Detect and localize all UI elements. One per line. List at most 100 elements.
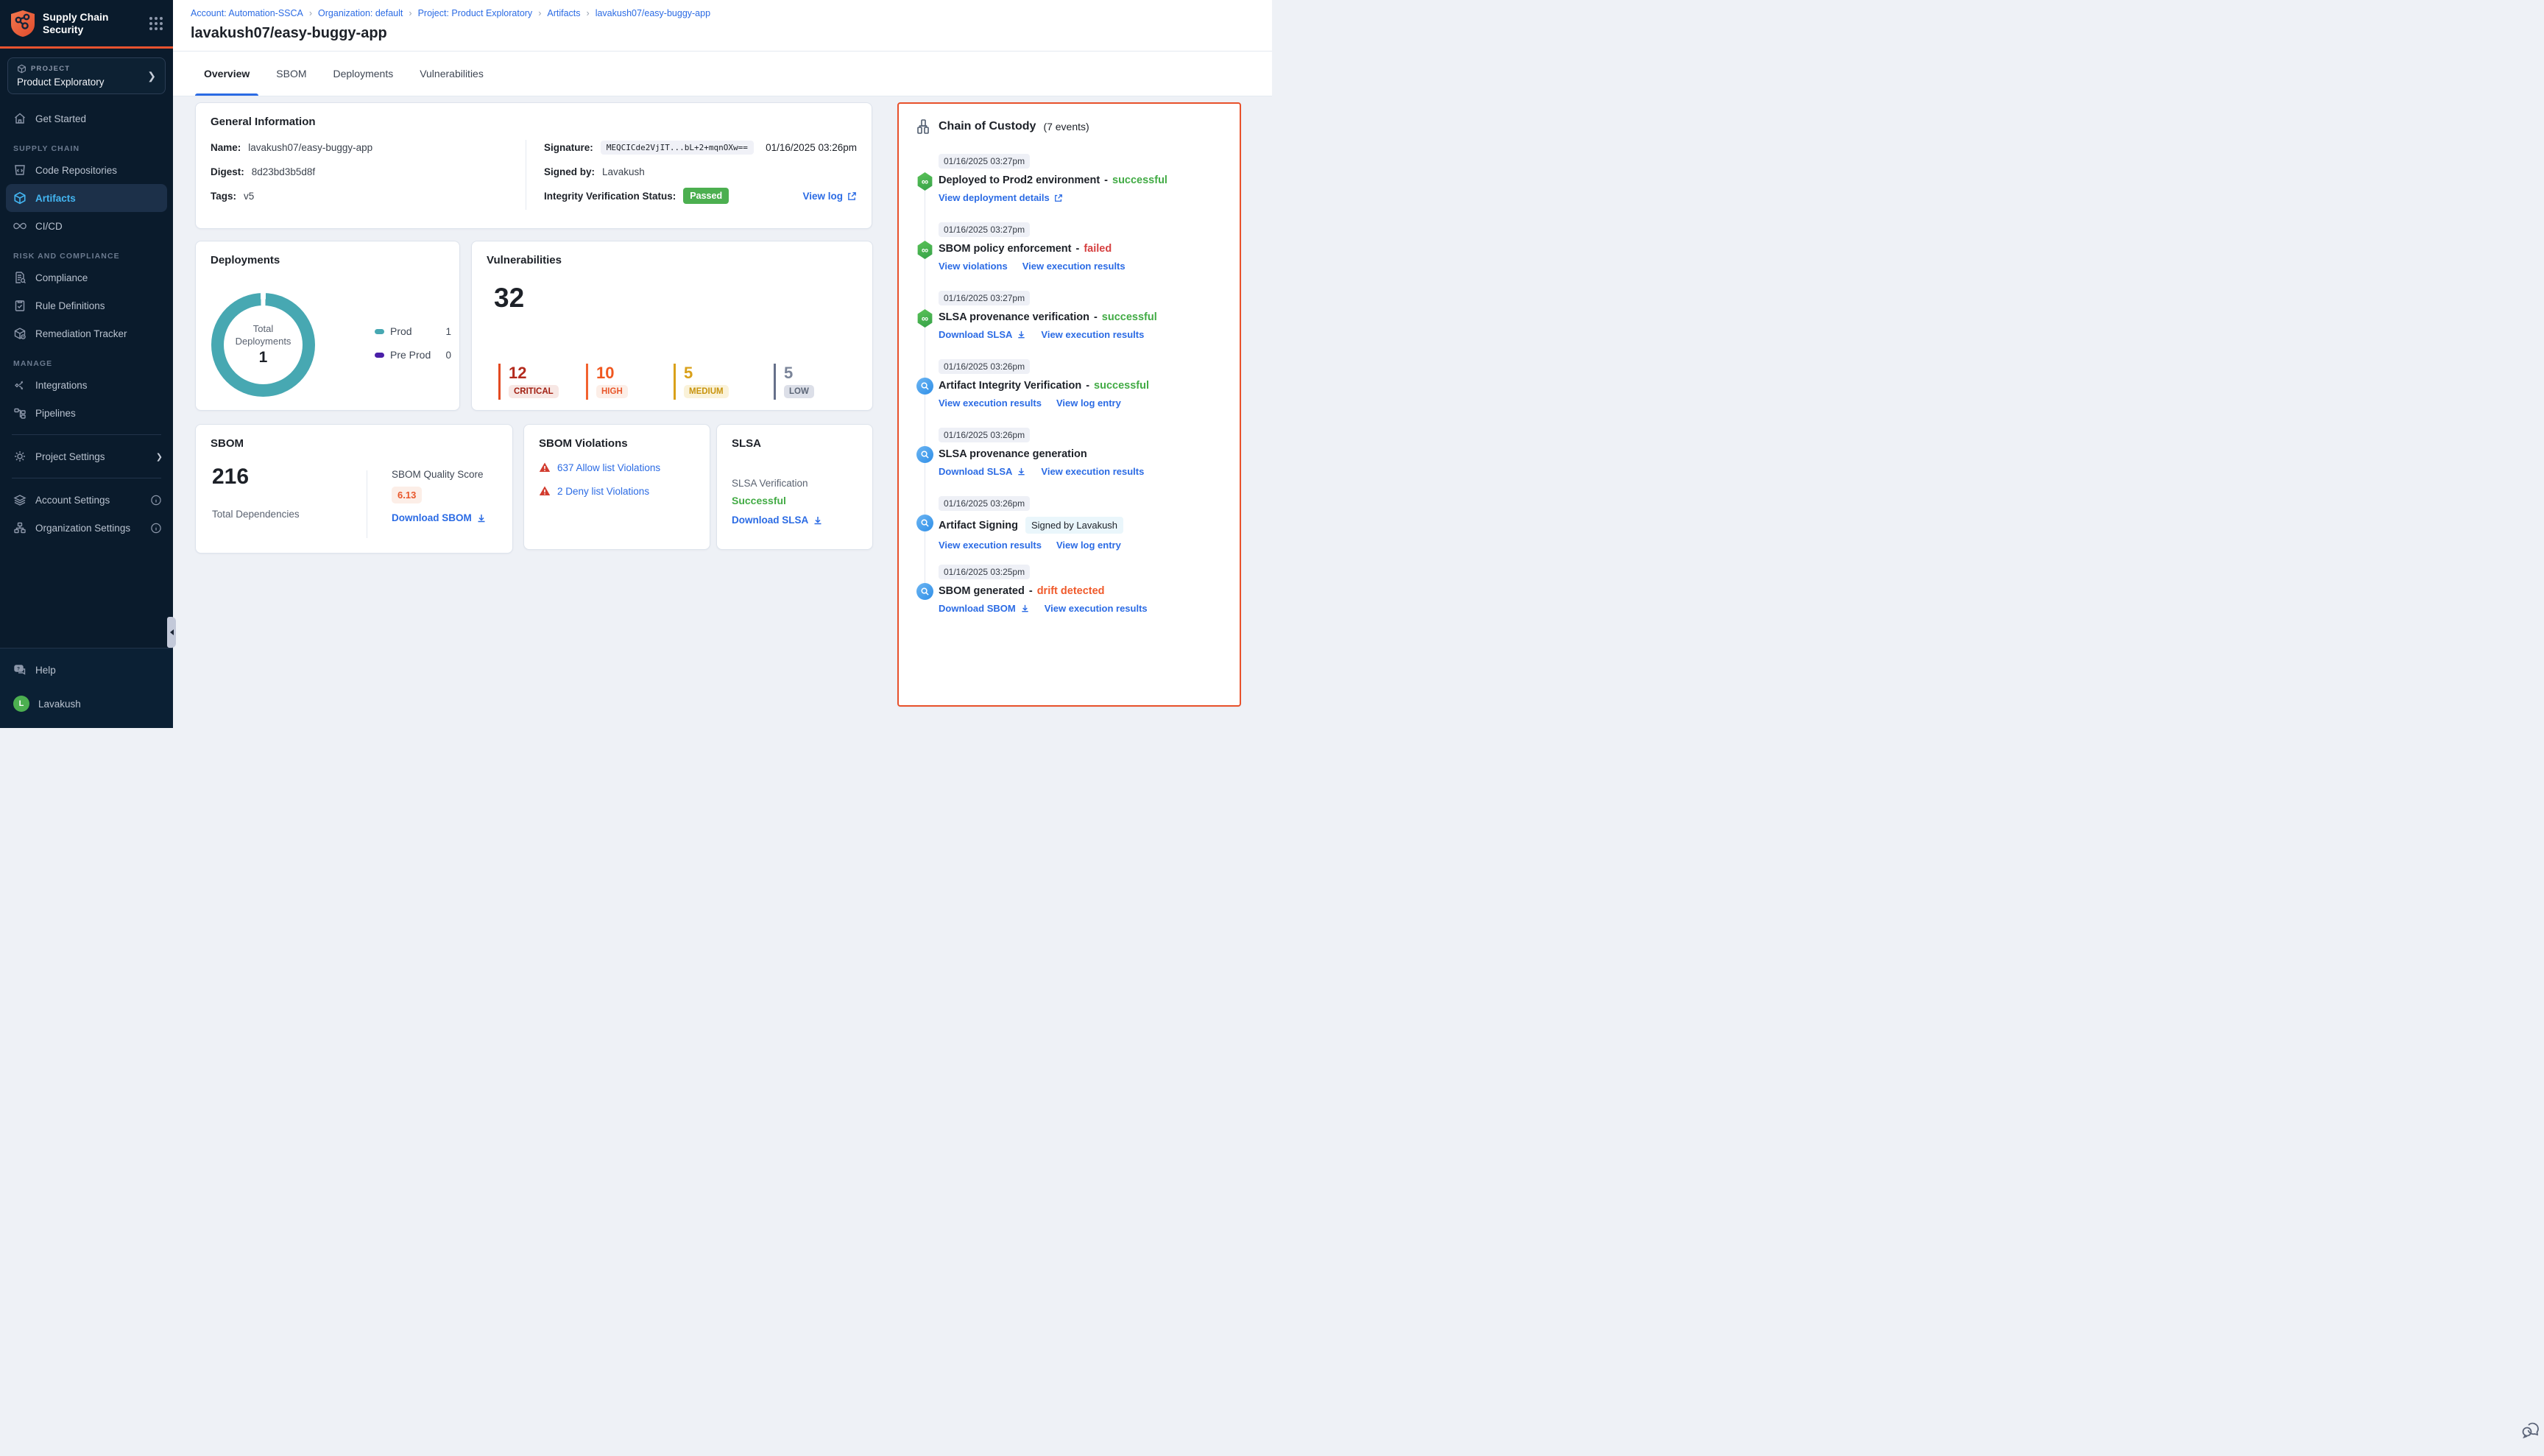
download-icon [1017,330,1026,339]
link-label: View execution results [1045,603,1148,614]
tab-vulnerabilities[interactable]: Vulnerabilities [420,52,484,96]
warning-icon [539,485,551,497]
breadcrumb-current[interactable]: lavakush07/easy-buggy-app [596,8,710,18]
external-link-icon [847,191,857,201]
app-title: Supply Chain Security [43,11,142,37]
event-status: failed [1084,243,1112,255]
event-title: SBOM policy enforcement [939,243,1071,255]
legend-item-prod: Prod 1 [375,325,451,337]
project-selector[interactable]: PROJECT Product Exploratory ❯ [7,57,166,94]
view-execution-results-link[interactable]: View execution results [939,397,1042,409]
code-repo-icon [13,163,26,177]
sidebar-item-integrations[interactable]: Integrations [0,371,173,399]
view-log-entry-link[interactable]: View log entry [1056,540,1121,551]
event-title: SBOM generated [939,585,1025,597]
view-execution-results-link[interactable]: View execution results [1022,261,1126,272]
legend-swatch-prod [375,329,384,334]
name-label: Name: [211,142,241,153]
event-timestamp: 01/16/2025 03:26pm [939,428,1030,442]
app-switcher-icon[interactable] [149,17,163,30]
sidebar-collapse-handle[interactable] [167,617,176,648]
download-slsa-link[interactable]: Download SLSA [939,466,1026,477]
user-name: Lavakush [38,699,81,710]
separator: - [1029,585,1033,597]
breadcrumb-artifacts[interactable]: Artifacts [547,8,580,18]
deny-list-violations-link[interactable]: 2 Deny list Violations [557,486,649,497]
remediation-box-icon [13,327,26,340]
view-execution-results-link[interactable]: View execution results [1045,603,1148,614]
sidebar-item-account-settings[interactable]: Account Settings [0,486,173,514]
breadcrumb-account[interactable]: Account: Automation-SSCA [191,8,303,18]
signature-label: Signature: [544,142,593,153]
feedback-chat-icon[interactable] [2520,1419,2541,1440]
event-sbom-generated: 01/16/2025 03:25pm SBOM generated - drif… [916,565,1222,621]
download-slsa-link[interactable]: Download SLSA [732,515,823,526]
deployments-card: Deployments Total Deployments 1 Prod 1 P… [195,241,460,411]
sidebar-item-label: Organization Settings [35,523,130,534]
sidebar-item-compliance[interactable]: Compliance [0,264,173,291]
legend-label: Prod [390,325,445,337]
event-timestamp: 01/16/2025 03:27pm [939,154,1030,169]
sbom-card: SBOM 216 Total Dependencies SBOM Quality… [195,424,513,554]
project-kicker: PROJECT [31,65,70,73]
tab-sbom[interactable]: SBOM [276,52,306,96]
separator: - [1104,174,1108,186]
divider [12,434,161,435]
download-icon [476,513,487,523]
signed-by-label: Signed by: [544,166,595,177]
doc-search-icon [13,271,26,284]
breadcrumb-separator: › [309,8,312,18]
sidebar-item-help[interactable]: ? Help [0,656,173,684]
sidebar-item-artifacts[interactable]: Artifacts [6,184,167,212]
scan-event-icon [916,446,933,463]
view-log-link[interactable]: View log [802,191,857,202]
view-execution-results-link[interactable]: View execution results [1041,329,1144,340]
high-count: 10 [596,364,674,381]
sidebar-item-user[interactable]: L Lavakush [0,690,173,718]
tab-overview[interactable]: Overview [204,52,250,96]
sidebar-item-label: Integrations [35,380,88,391]
sidebar-item-cicd[interactable]: CI/CD [0,212,173,240]
name-value: lavakush07/easy-buggy-app [248,142,372,153]
view-execution-results-link[interactable]: View execution results [939,540,1042,551]
download-sbom-link[interactable]: Download SBOM [939,603,1030,614]
sidebar-item-label: Pipelines [35,408,76,419]
pipeline-event-icon: ∞ [916,172,933,191]
chain-of-custody-panel: Chain of Custody (7 events) ∞ 01/16/2025… [897,102,1241,707]
low-badge: LOW [784,385,814,398]
sidebar-item-rule-definitions[interactable]: Rule Definitions [0,291,173,319]
view-deployment-details-link[interactable]: View deployment details [939,192,1063,203]
sidebar-item-pipelines[interactable]: Pipelines [0,399,173,427]
sidebar-item-get-started[interactable]: Get Started [0,105,173,132]
stat-high: 10 HIGH [586,364,674,400]
download-sbom-link[interactable]: Download SBOM [392,512,487,523]
signed-by-badge: Signed by Lavakush [1025,517,1123,534]
link-label: Download SLSA [939,329,1012,340]
event-status: drift detected [1037,585,1105,597]
sidebar-item-label: Compliance [35,272,88,283]
breadcrumb-organization[interactable]: Organization: default [318,8,403,18]
sidebar-item-label: Get Started [35,113,86,124]
signed-by-value: Lavakush [602,166,645,177]
legend-item-preprod: Pre Prod 0 [375,349,451,361]
download-slsa-link[interactable]: Download SLSA [939,329,1026,340]
separator: - [1086,380,1089,392]
event-artifact-signing: 01/16/2025 03:26pm Artifact Signing Sign… [916,496,1222,553]
event-timestamp: 01/16/2025 03:26pm [939,359,1030,374]
download-slsa-label: Download SLSA [732,515,808,526]
stat-medium: 5 MEDIUM [674,364,774,400]
view-log-entry-link[interactable]: View log entry [1056,397,1121,409]
breadcrumb-project[interactable]: Project: Product Exploratory [418,8,533,18]
vulnerabilities-total: 32 [494,283,858,314]
tab-deployments[interactable]: Deployments [333,52,394,96]
sidebar-item-organization-settings[interactable]: Organization Settings [0,514,173,542]
sidebar-item-code-repositories[interactable]: Code Repositories [0,156,173,184]
status-badge: Passed [683,188,729,204]
sidebar-item-remediation-tracker[interactable]: Remediation Tracker [0,319,173,347]
view-execution-results-link[interactable]: View execution results [1041,466,1144,477]
link-label: View execution results [1041,466,1144,477]
download-icon [813,515,823,526]
allow-list-violations-link[interactable]: 637 Allow list Violations [557,462,660,473]
view-violations-link[interactable]: View violations [939,261,1008,272]
sidebar-item-project-settings[interactable]: Project Settings ❯ [0,442,173,470]
